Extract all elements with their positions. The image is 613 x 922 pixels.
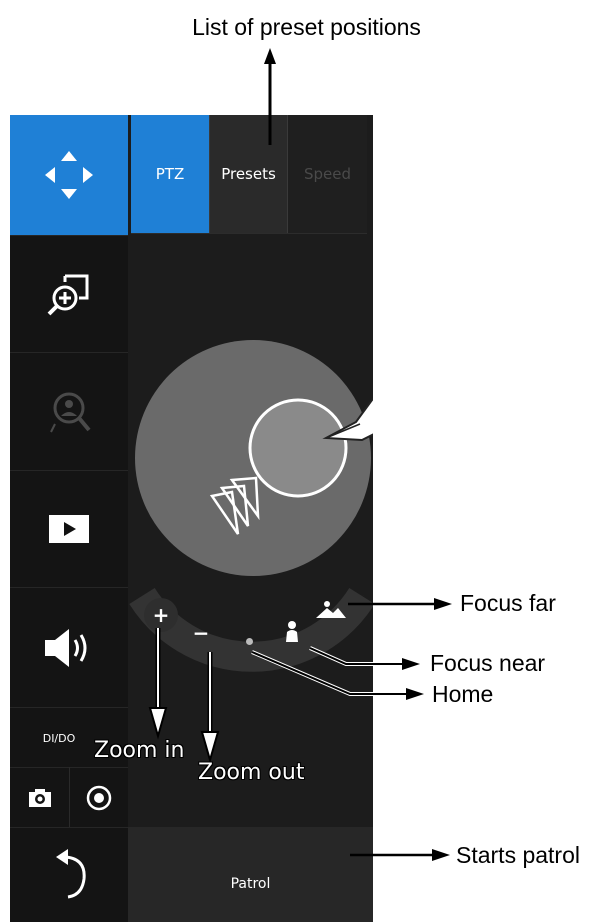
focus-far-caption: Focus far bbox=[460, 590, 556, 616]
annotation-overlay bbox=[148, 48, 452, 861]
starts-patrol-caption: Starts patrol bbox=[456, 842, 580, 868]
zoom-out-caption: Zoom out bbox=[198, 760, 305, 785]
zoom-in-caption: Zoom in bbox=[94, 738, 185, 763]
home-caption: Home bbox=[432, 681, 494, 707]
focus-near-caption: Focus near bbox=[430, 650, 546, 676]
